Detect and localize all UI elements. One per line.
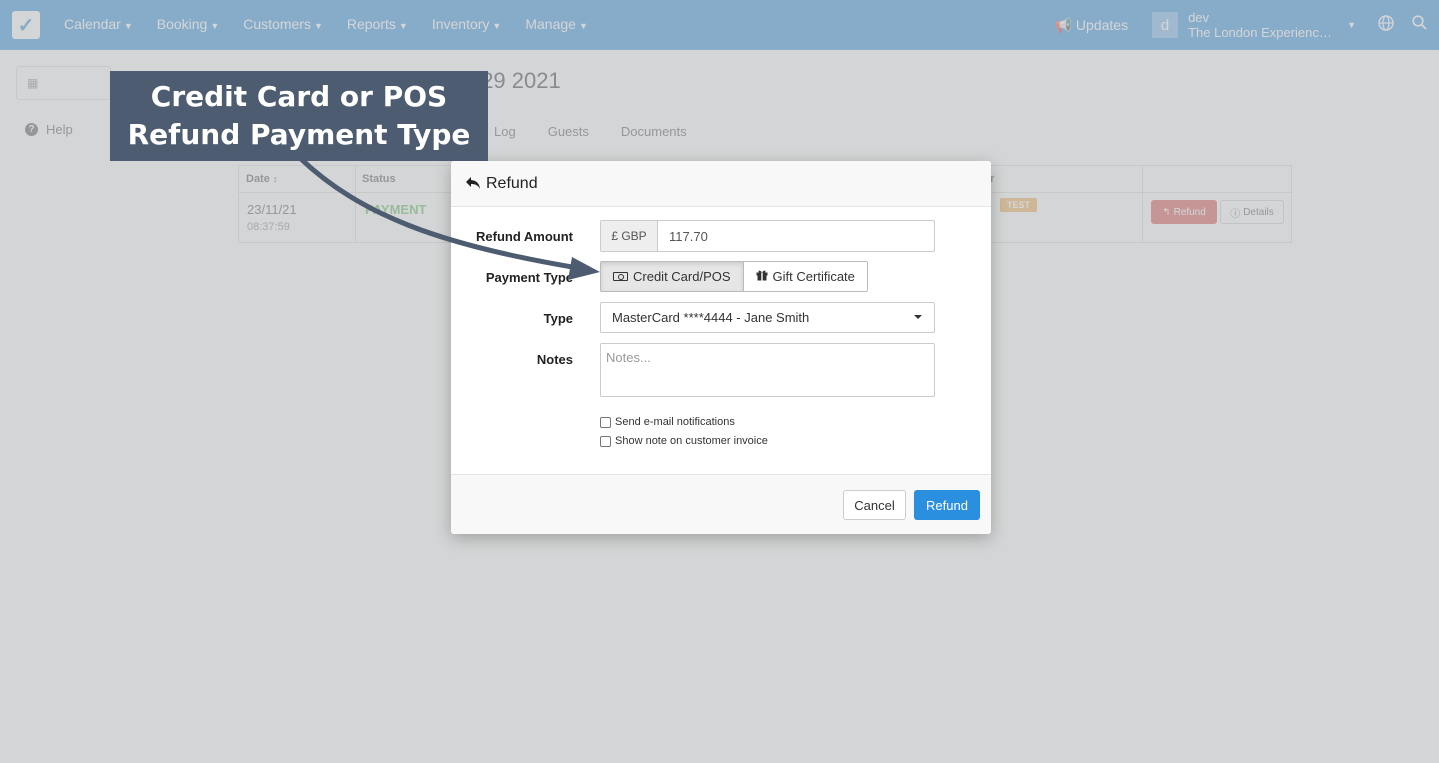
refund-modal: Refund Refund Amount £ GBP Payment Type …	[451, 161, 991, 534]
table-cell-time: 08:37:59	[247, 221, 290, 233]
column-header-date[interactable]: Date ↕	[246, 166, 277, 192]
modal-header: Refund	[451, 161, 991, 207]
tab-documents[interactable]: Documents	[621, 124, 687, 139]
type-label: Type	[543, 311, 573, 326]
page-tabs: Log Guests Documents	[494, 124, 687, 139]
tab-log[interactable]: Log	[494, 124, 516, 139]
navbar-right: 📢 Updates d dev The London Experienc… ▼	[1054, 0, 1439, 50]
table-divider	[1142, 166, 1143, 242]
megaphone-icon: 📢	[1054, 16, 1072, 33]
payment-type-toggle: Credit Card/POS Gift Certificate	[600, 261, 868, 292]
user-name: dev	[1188, 10, 1210, 25]
invoice-note-checkbox[interactable]	[600, 435, 611, 447]
user-menu[interactable]: dev The London Experienc…	[1188, 10, 1336, 40]
invoice-note-option[interactable]: Show note on customer invoice	[600, 435, 768, 447]
refund-submit-button[interactable]: Refund	[914, 490, 980, 520]
menu-booking[interactable]: Booking ▼	[145, 0, 232, 51]
money-bill-icon	[613, 272, 628, 281]
user-company: The London Experienc…	[1188, 25, 1332, 40]
avatar[interactable]: d	[1152, 12, 1179, 38]
table-cell-status: PAYMENT	[365, 202, 427, 217]
currency-addon: £ GBP	[601, 221, 658, 251]
status-badge: TEST	[1000, 198, 1037, 212]
caret-down-icon: ▼	[313, 21, 323, 31]
app-logo-checkmark-icon[interactable]: ✓	[12, 11, 40, 39]
updates-link[interactable]: 📢 Updates	[1054, 17, 1128, 34]
notes-label: Notes	[536, 352, 573, 367]
reply-icon	[465, 175, 481, 193]
caret-down-icon: ▼	[210, 21, 220, 31]
caret-down-icon	[914, 315, 922, 319]
table-divider	[355, 166, 356, 242]
gift-certificate-button[interactable]: Gift Certificate	[743, 261, 868, 292]
top-navbar: ✓ Calendar ▼ Booking ▼ Customers ▼ Reports ▼…	[0, 0, 1439, 50]
globe-icon[interactable]	[1378, 14, 1394, 36]
refund-amount-input[interactable]	[658, 221, 934, 251]
menu-inventory[interactable]: Inventory ▼	[420, 0, 514, 51]
info-circle-icon: ⓘ	[1230, 208, 1241, 220]
caret-down-icon: ▼	[398, 21, 408, 31]
calendar-icon: ▦	[27, 76, 39, 90]
menu-reports[interactable]: Reports ▼	[335, 0, 420, 51]
payment-type-label: Payment Type	[485, 270, 573, 285]
refund-amount-group: £ GBP	[600, 220, 935, 252]
callout-line-2: Refund Payment Type	[127, 118, 471, 151]
modal-footer: Cancel Refund	[451, 474, 991, 534]
column-header-status[interactable]: Status	[362, 166, 396, 192]
cancel-button[interactable]: Cancel	[843, 490, 906, 520]
tab-guests[interactable]: Guests	[548, 124, 589, 139]
menu-customers[interactable]: Customers ▼	[231, 0, 335, 51]
modal-title: Refund	[486, 174, 538, 192]
email-notification-option[interactable]: Send e-mail notifications	[600, 416, 735, 428]
notes-textarea[interactable]	[600, 343, 935, 397]
annotation-callout: Credit Card or POS Refund Payment Type	[110, 71, 488, 161]
question-circle-icon: ?	[25, 122, 38, 136]
search-icon[interactable]	[1412, 15, 1427, 35]
refund-amount-label: Refund Amount	[476, 229, 573, 244]
menu-manage[interactable]: Manage ▼	[513, 0, 600, 51]
row-details-button[interactable]: ⓘ Details	[1220, 200, 1284, 224]
table-cell-date: 23/11/21	[247, 202, 297, 217]
caret-down-icon: ▼	[492, 21, 502, 31]
main-menu: Calendar ▼ Booking ▼ Customers ▼ Reports ▼ I…	[52, 0, 600, 51]
callout-line-1: Credit Card or POS	[150, 80, 448, 113]
caret-down-icon: ▼	[123, 21, 133, 31]
menu-calendar[interactable]: Calendar ▼	[52, 0, 145, 51]
gift-icon	[756, 269, 768, 284]
email-notification-checkbox[interactable]	[600, 416, 611, 428]
sidebar-button[interactable]: ▦	[16, 66, 111, 100]
caret-down-icon[interactable]: ▼	[1347, 20, 1356, 30]
reply-icon: ↰	[1162, 206, 1171, 218]
card-type-select[interactable]: MasterCard ****4444 - Jane Smith	[600, 302, 935, 333]
row-refund-button[interactable]: ↰ Refund	[1151, 200, 1217, 224]
credit-card-pos-button[interactable]: Credit Card/POS	[600, 261, 744, 292]
caret-down-icon: ▼	[578, 21, 588, 31]
